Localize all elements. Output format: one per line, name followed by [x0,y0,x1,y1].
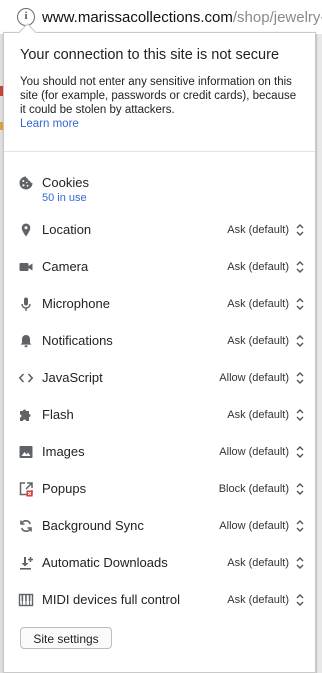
permission-select[interactable]: Allow (default) [219,446,289,458]
address-bar[interactable]: i www.marissacollections.com/shop/jewelr… [0,0,322,35]
permission-select[interactable]: Block (default) [219,483,289,495]
camera-icon [19,263,33,271]
download-icon [20,557,33,570]
site-settings-button[interactable]: Site settings [20,627,112,649]
permission-select[interactable]: Allow (default) [219,520,289,532]
permission-label: Microphone [42,296,110,311]
permission-label: MIDI devices full control [42,592,180,607]
permission-select[interactable]: Ask (default) [227,557,289,569]
permission-row-notifications[interactable]: Notifications Ask (default) [4,329,315,355]
learn-more-link[interactable]: Learn more [20,118,79,130]
site-info-bubble: Your connection to this site is not secu… [3,23,316,673]
permission-row-automatic-downloads[interactable]: Automatic Downloads Ask (default) [4,551,315,577]
updown-chevron-icon[interactable] [296,223,304,237]
updown-chevron-icon[interactable] [296,334,304,348]
microphone-icon [21,297,31,311]
permission-select[interactable]: Ask (default) [227,224,289,236]
url-text[interactable]: www.marissacollections.com/shop/jewelry- [42,9,322,26]
divider [4,151,315,152]
updown-chevron-icon[interactable] [296,482,304,496]
permission-label: Notifications [42,333,113,348]
url-path: /shop/jewelry- [232,9,322,26]
updown-chevron-icon[interactable] [296,297,304,311]
permission-row-camera[interactable]: Camera Ask (default) [4,255,315,281]
cookies-row[interactable]: Cookies 50 in use [4,171,315,204]
permission-label: JavaScript [42,370,103,385]
security-description: You should not enter any sensitive infor… [20,76,297,116]
cookies-label: Cookies [42,175,89,190]
updown-chevron-icon[interactable] [296,593,304,607]
permission-label: Automatic Downloads [42,555,168,570]
updown-chevron-icon[interactable] [296,519,304,533]
cookies-in-use-link[interactable]: 50 in use [42,192,87,204]
piano-icon [18,593,34,607]
updown-chevron-icon[interactable] [296,260,304,274]
url-host: www.marissacollections.com [42,9,233,26]
security-title: Your connection to this site is not secu… [20,47,280,63]
permission-row-background-sync[interactable]: Background Sync Allow (default) [4,514,315,540]
permission-label: Popups [42,481,87,496]
permission-select[interactable]: Allow (default) [219,372,289,384]
permission-label: Images [42,444,85,459]
permission-row-popups[interactable]: Popups Block (default) [4,477,315,503]
permission-row-microphone[interactable]: Microphone Ask (default) [4,292,315,318]
puzzle-icon [20,409,31,421]
updown-chevron-icon[interactable] [296,445,304,459]
permission-select[interactable]: Ask (default) [227,298,289,310]
popup-blocked-icon [19,482,33,497]
permission-label: Background Sync [42,518,144,533]
updown-chevron-icon[interactable] [296,408,304,422]
code-icon [18,373,34,383]
permission-row-midi[interactable]: MIDI devices full control Ask (default) [4,588,315,614]
permission-row-location[interactable]: Location Ask (default) [4,218,315,244]
sync-icon [20,520,32,532]
location-icon [21,223,31,237]
permission-select[interactable]: Ask (default) [227,261,289,273]
permission-select[interactable]: Ask (default) [227,335,289,347]
permission-row-images[interactable]: Images Allow (default) [4,440,315,466]
bell-icon [20,335,32,348]
permission-label: Location [42,222,92,237]
updown-chevron-icon[interactable] [296,371,304,385]
permission-row-flash[interactable]: Flash Ask (default) [4,403,315,429]
image-icon [19,446,33,458]
permission-label: Camera [42,259,89,274]
permission-select[interactable]: Ask (default) [227,594,289,606]
permission-label: Flash [42,407,74,422]
permission-select[interactable]: Ask (default) [227,409,289,421]
background-scrollbar [316,34,322,673]
cookie-icon [19,176,33,190]
updown-chevron-icon[interactable] [296,556,304,570]
permission-row-javascript[interactable]: JavaScript Allow (default) [4,366,315,392]
